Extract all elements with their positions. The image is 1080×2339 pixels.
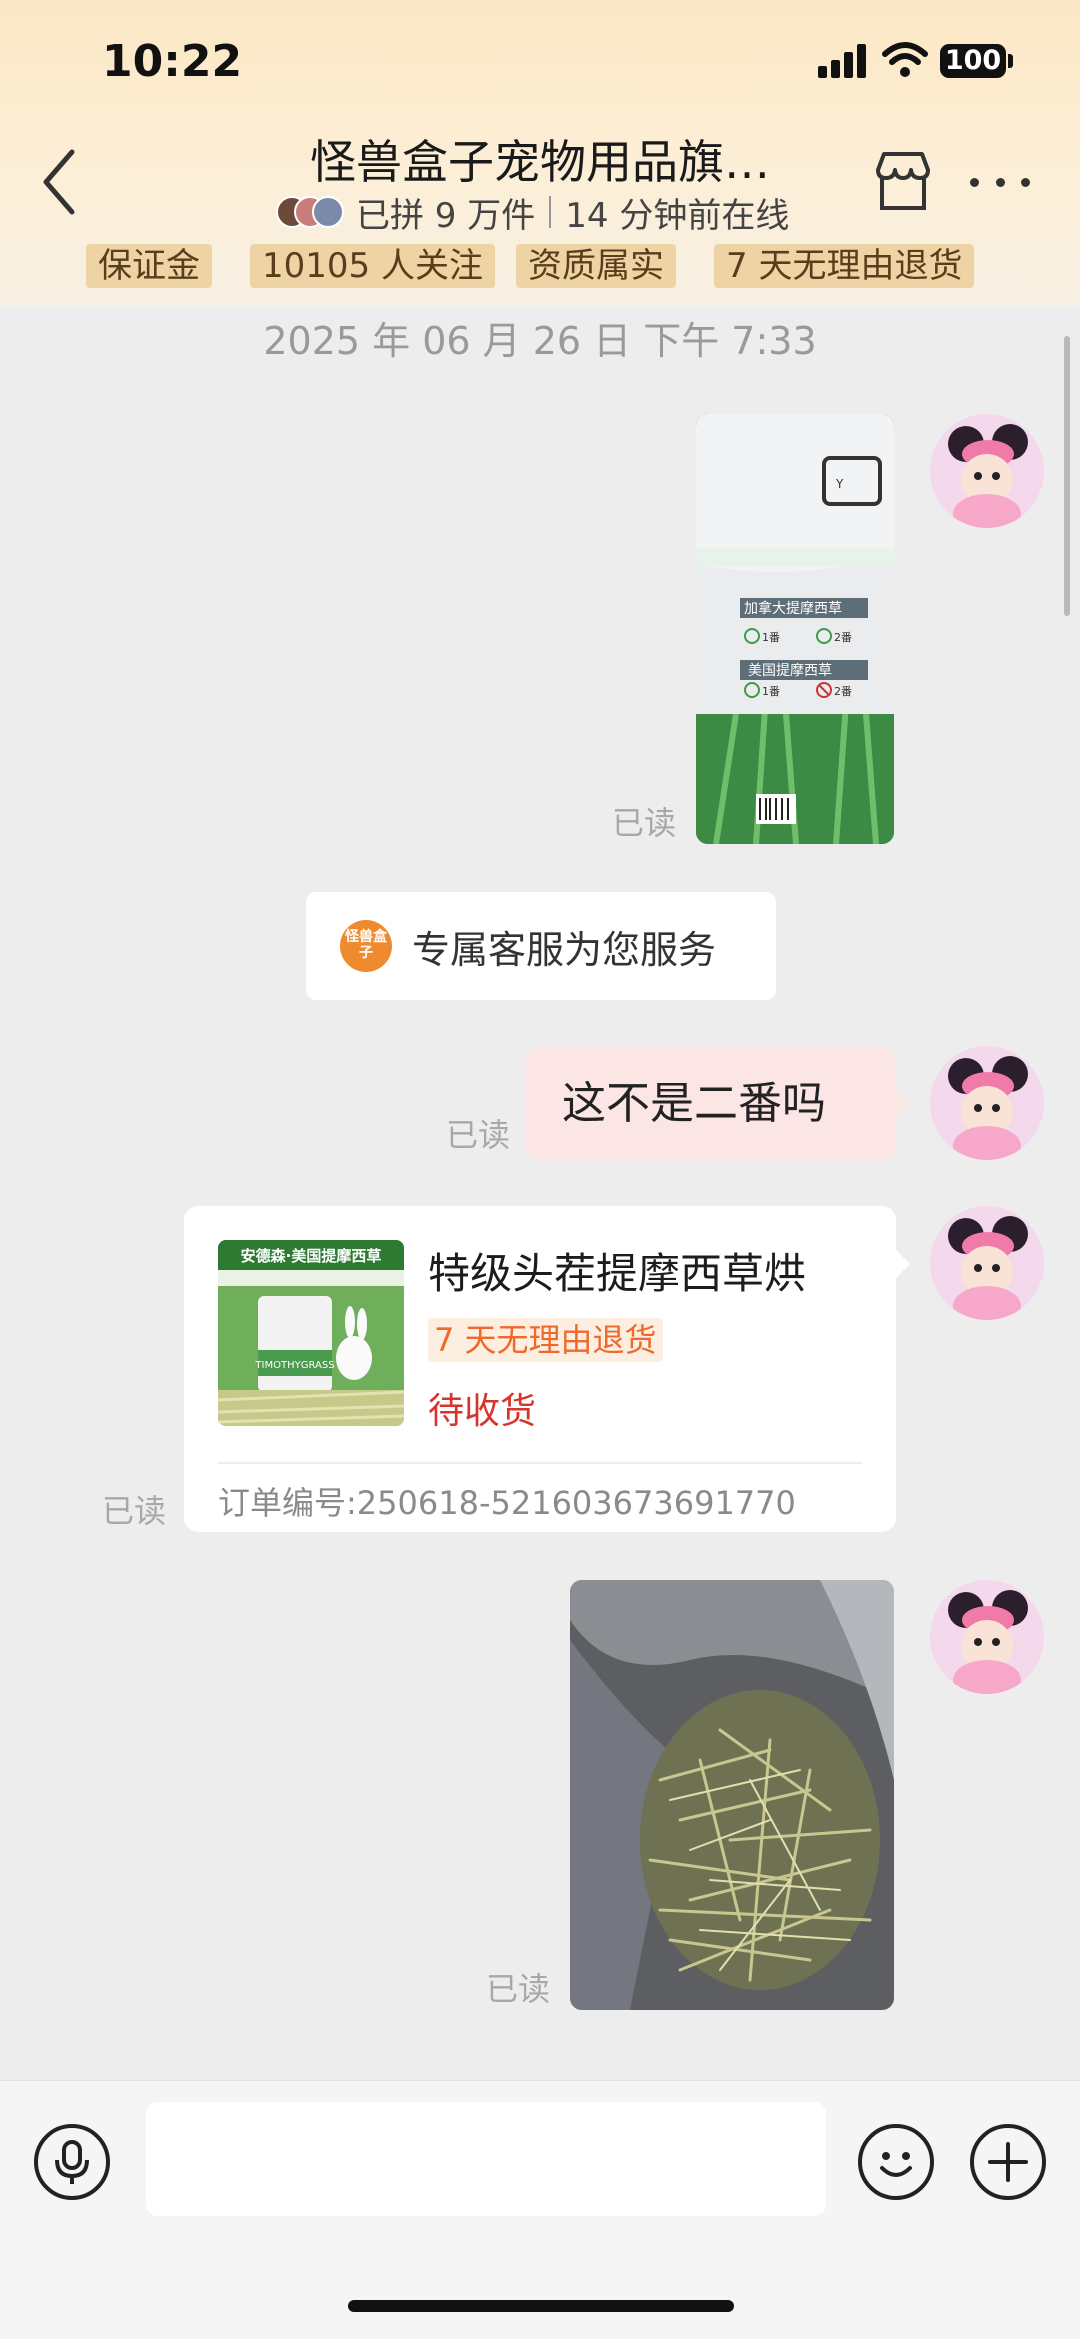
read-receipt: 已读: [446, 1116, 511, 1154]
card-divider: [218, 1462, 862, 1464]
return-policy-badge: 7 天无理由退货: [428, 1318, 663, 1362]
status-time: 10:22: [102, 36, 243, 87]
user-avatar[interactable]: [930, 1580, 1044, 1694]
photo-label-canada: 加拿大提摩西草: [744, 600, 842, 617]
svg-text:2番: 2番: [834, 631, 852, 644]
thumb-banner: 安德森·美国提摩西草: [241, 1247, 382, 1265]
order-status: 待收货: [428, 1391, 537, 1432]
status-bar: 10:22 100: [0, 0, 1080, 120]
photo-message-bag-label[interactable]: Y 加拿大提摩西草 1番 2番 美国提摩西草 1番 2番: [696, 414, 894, 844]
date-separator: 2025 年 06 月 26 日 下午 7:33: [263, 319, 817, 363]
service-notice: 怪兽盒子 专属客服为您服务: [306, 892, 776, 1000]
order-card[interactable]: 安德森·美国提摩西草 TIMOTHYGRASS 特级头茬提摩西草烘 7 天无理由…: [184, 1206, 896, 1532]
battery-icon: 100: [940, 44, 1006, 78]
user-avatar[interactable]: [930, 1206, 1044, 1320]
sold-count: 已拼 9 万件: [356, 195, 536, 236]
scrollbar[interactable]: [1064, 336, 1070, 616]
service-notice-text: 专属客服为您服务: [412, 927, 717, 972]
buyer-avatars: [276, 194, 348, 230]
product-thumbnail[interactable]: 安德森·美国提摩西草 TIMOTHYGRASS: [218, 1240, 404, 1426]
svg-text:2番: 2番: [834, 685, 852, 698]
tag-return-policy: 7 天无理由退货: [714, 244, 975, 288]
store-icon[interactable]: [870, 148, 936, 214]
signal-icon: [818, 44, 868, 78]
battery-tip: [1008, 54, 1013, 68]
emoji-icon[interactable]: [858, 2124, 934, 2200]
bubble-tail: [894, 1248, 910, 1280]
microphone-icon[interactable]: [34, 2124, 110, 2200]
text-message[interactable]: 这不是二番吗: [526, 1048, 896, 1160]
message-input[interactable]: [146, 2102, 826, 2216]
photo-label-usa: 美国提摩西草: [748, 662, 832, 679]
product-title: 特级头茬提摩西草烘: [428, 1249, 807, 1298]
svg-text:1番: 1番: [762, 685, 780, 698]
chat-header: 10:22 100 怪兽盒子宠物用品旗… 已拼 9 万件 14 分钟前在线 保证…: [0, 0, 1080, 306]
read-receipt: 已读: [486, 1970, 551, 2008]
shop-logo-icon: 怪兽盒子: [340, 920, 392, 972]
thumb-label: TIMOTHYGRASS: [254, 1360, 334, 1371]
svg-text:1番: 1番: [762, 631, 780, 644]
online-status: 14 分钟前在线: [565, 195, 790, 236]
more-button[interactable]: [970, 164, 1030, 200]
shop-title[interactable]: 怪兽盒子宠物用品旗…: [240, 126, 840, 192]
plus-icon[interactable]: [970, 2124, 1046, 2200]
order-number: 订单编号:250618-521603673691770: [218, 1484, 796, 1522]
back-button[interactable]: [36, 142, 84, 222]
tag-followers: 10105 人关注: [250, 244, 495, 288]
bubble-tail: [894, 1088, 910, 1120]
user-avatar[interactable]: [930, 414, 1044, 528]
read-receipt: 已读: [612, 804, 677, 842]
wifi-icon: [882, 42, 928, 77]
photo-message-hay[interactable]: [570, 1580, 894, 2010]
read-receipt: 已读: [102, 1492, 167, 1530]
divider: [549, 196, 552, 228]
svg-text:Y: Y: [835, 477, 844, 491]
tag-verified: 资质属实: [516, 244, 676, 288]
user-avatar[interactable]: [930, 1046, 1044, 1160]
shop-subtitle: 已拼 9 万件 14 分钟前在线: [276, 188, 789, 236]
tag-deposit: 保证金: [86, 244, 212, 288]
home-indicator[interactable]: [348, 2300, 734, 2312]
